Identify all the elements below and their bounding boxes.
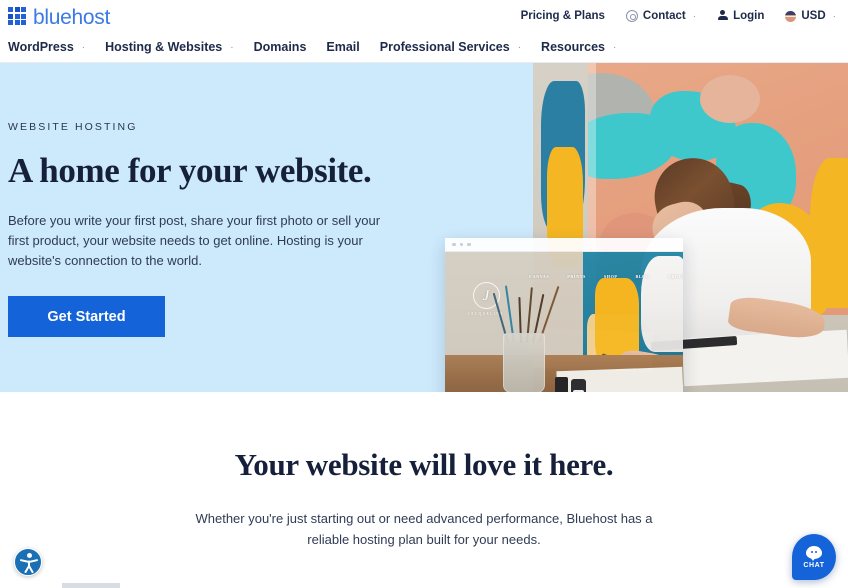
bluehost-logo[interactable]: bluehost bbox=[8, 5, 110, 29]
chevron-down-icon: · bbox=[81, 41, 86, 53]
nav-item-label: Hosting & Websites bbox=[105, 40, 223, 54]
main-navigation: WordPress · Hosting & Websites · Domains… bbox=[0, 32, 848, 63]
chevron-down-icon: · bbox=[832, 10, 836, 22]
nav-item-label: Email bbox=[326, 40, 360, 54]
page-root: bluehost Pricing & Plans Contact · Login… bbox=[0, 0, 848, 588]
nav-item-professional-services[interactable]: Professional Services · bbox=[380, 40, 521, 54]
top-link-pricing-plans[interactable]: Pricing & Plans bbox=[521, 10, 605, 22]
hero-subtitle: Before you write your first post, share … bbox=[8, 212, 381, 269]
nav-item-label: WordPress bbox=[8, 40, 74, 54]
browser-dot-icon bbox=[452, 242, 456, 247]
top-link-label: Login bbox=[733, 10, 765, 22]
top-utility-links: Pricing & Plans Contact · Login USD · bbox=[521, 10, 836, 22]
user-icon bbox=[717, 10, 728, 22]
browser-dot-icon bbox=[459, 242, 463, 247]
mockup-nav-item-about-me: ABOUT ME bbox=[667, 274, 683, 279]
nav-item-wordpress[interactable]: WordPress · bbox=[8, 40, 85, 54]
mockup-brush-jar bbox=[503, 333, 545, 392]
brand-wordmark: bluehost bbox=[33, 5, 110, 29]
nav-item-domains[interactable]: Domains bbox=[254, 40, 307, 54]
us-flag-icon bbox=[785, 10, 797, 22]
value-prop-section: Your website will love it here. Whether … bbox=[0, 392, 848, 551]
mockup-ink-bottle-b bbox=[571, 379, 586, 392]
mockup-person bbox=[641, 256, 683, 352]
top-link-contact[interactable]: Contact · bbox=[625, 10, 697, 22]
mockup-nav-item-shop: SHOP bbox=[603, 274, 618, 279]
website-preview-mockup: J JACQUELINE CANVAS PRINTS SHOP BLOG ABO… bbox=[445, 238, 683, 392]
support-headset-icon bbox=[625, 10, 638, 22]
hero-copy: WEBSITE HOSTING A home for your website.… bbox=[8, 63, 408, 338]
section-title: Your website will love it here. bbox=[234, 447, 614, 482]
mockup-nav-item-blog: BLOG bbox=[635, 274, 650, 279]
mockup-site-nav: CANVAS PRINTS SHOP BLOG ABOUT ME bbox=[445, 274, 683, 279]
hero-eyebrow: WEBSITE HOSTING bbox=[8, 121, 138, 133]
chevron-down-icon: · bbox=[517, 41, 522, 53]
top-utility-bar: bluehost Pricing & Plans Contact · Login… bbox=[0, 0, 848, 32]
section-subtitle: Whether you're just starting out or need… bbox=[195, 511, 653, 547]
grid-squares-icon bbox=[8, 7, 26, 25]
browser-dot-icon bbox=[467, 242, 471, 247]
hero-section: WEBSITE HOSTING A home for your website.… bbox=[0, 63, 848, 392]
scrollbar-thumb[interactable] bbox=[62, 583, 120, 588]
top-link-label: USD bbox=[801, 10, 826, 22]
top-link-label: Pricing & Plans bbox=[520, 10, 605, 22]
get-started-button[interactable]: Get Started bbox=[8, 296, 165, 338]
mockup-nav-item-prints: PRINTS bbox=[567, 274, 586, 279]
top-link-currency[interactable]: USD · bbox=[785, 10, 836, 22]
nav-item-label: Domains bbox=[253, 40, 307, 54]
chevron-down-icon: · bbox=[230, 41, 234, 53]
speech-bubble-icon bbox=[806, 545, 822, 561]
mockup-browser-chrome bbox=[445, 238, 683, 252]
chat-button[interactable]: CHAT bbox=[792, 534, 836, 580]
top-link-label: Contact bbox=[642, 10, 686, 22]
mockup-ink-bottle-a bbox=[555, 377, 568, 392]
chevron-down-icon: · bbox=[692, 10, 697, 22]
nav-item-resources[interactable]: Resources · bbox=[541, 40, 616, 54]
nav-item-label: Resources bbox=[541, 40, 605, 54]
chat-button-label: CHAT bbox=[803, 561, 825, 569]
top-link-login[interactable]: Login bbox=[717, 10, 764, 22]
nav-item-email[interactable]: Email bbox=[326, 40, 359, 54]
nav-item-hosting-websites[interactable]: Hosting & Websites · bbox=[105, 40, 234, 54]
hero-title: A home for your website. bbox=[8, 151, 372, 190]
accessibility-person-icon[interactable] bbox=[14, 548, 42, 576]
mockup-viewport: J JACQUELINE CANVAS PRINTS SHOP BLOG ABO… bbox=[445, 252, 683, 392]
mockup-nav-item-canvas: CANVAS bbox=[529, 274, 550, 279]
nav-item-label: Professional Services bbox=[379, 40, 510, 54]
chevron-down-icon: · bbox=[612, 41, 617, 53]
